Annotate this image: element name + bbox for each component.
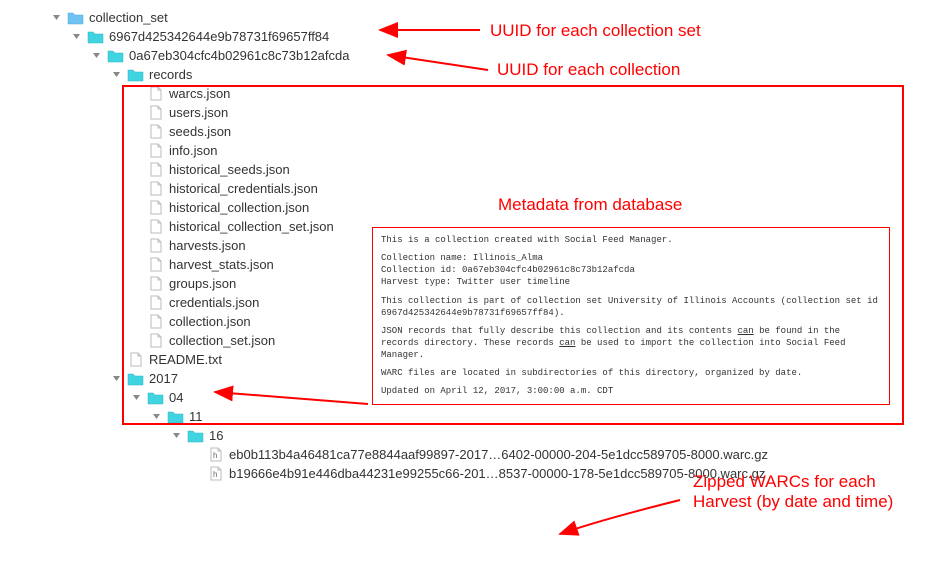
file-label: historical_collection.json	[169, 200, 309, 215]
tree-row-file[interactable]: users.json	[50, 103, 947, 122]
file-icon	[146, 276, 164, 292]
folder-icon	[146, 390, 164, 406]
folder-icon	[126, 371, 144, 387]
file-icon	[146, 219, 164, 235]
file-label: historical_collection_set.json	[169, 219, 334, 234]
folder-label: 16	[209, 428, 223, 443]
readme-line: JSON records that fully describe this co…	[381, 325, 881, 361]
tree-row-file[interactable]: info.json	[50, 141, 947, 160]
folder-label: collection_set	[89, 10, 168, 25]
file-label: collection.json	[169, 314, 251, 329]
file-h-icon	[206, 466, 224, 482]
chevron-down-icon[interactable]	[70, 31, 82, 43]
readme-line: Collection id: 0a67eb304cfc4b02961c8c73b…	[381, 264, 881, 276]
file-icon	[146, 86, 164, 102]
readme-line: WARC files are located in subdirectories…	[381, 367, 881, 379]
chevron-down-icon[interactable]	[130, 392, 142, 404]
file-label: seeds.json	[169, 124, 231, 139]
file-label: historical_credentials.json	[169, 181, 318, 196]
tree-row-day[interactable]: 11	[50, 407, 947, 426]
file-icon	[146, 238, 164, 254]
tree-row-file[interactable]: seeds.json	[50, 122, 947, 141]
readme-line: Harvest type: Twitter user timeline	[381, 276, 881, 288]
tree-row-warc[interactable]: eb0b113b4a46481ca77e8844aaf99897-2017…64…	[50, 445, 947, 464]
file-label: README.txt	[149, 352, 222, 367]
folder-icon	[186, 428, 204, 444]
file-label: eb0b113b4a46481ca77e8844aaf99897-2017…64…	[229, 447, 768, 462]
file-icon	[146, 124, 164, 140]
file-icon	[146, 162, 164, 178]
readme-line: This is a collection created with Social…	[381, 234, 881, 246]
folder-label: 04	[169, 390, 183, 405]
file-label: credentials.json	[169, 295, 259, 310]
file-label: users.json	[169, 105, 228, 120]
tree-row-file[interactable]: historical_seeds.json	[50, 160, 947, 179]
file-label: harvests.json	[169, 238, 246, 253]
folder-label: 6967d425342644e9b78731f69657ff84	[109, 29, 329, 44]
chevron-down-icon[interactable]	[90, 50, 102, 62]
folder-label: 0a67eb304cfc4b02961c8c73b12afcda	[129, 48, 349, 63]
file-label: historical_seeds.json	[169, 162, 290, 177]
readme-line: This collection is part of collection se…	[381, 295, 881, 319]
annotation-metadata: Metadata from database	[498, 195, 682, 215]
tree-row-file[interactable]: warcs.json	[50, 84, 947, 103]
folder-label: 11	[189, 409, 203, 424]
annotation-uuid-set: UUID for each collection set	[490, 21, 701, 41]
annotation-warcs-2: Harvest (by date and time)	[693, 492, 893, 512]
file-label: b19666e4b91e446dba44231e99255c66-201…853…	[229, 466, 765, 481]
file-icon	[146, 181, 164, 197]
chevron-down-icon[interactable]	[150, 411, 162, 423]
chevron-down-icon[interactable]	[50, 12, 62, 24]
chevron-down-icon[interactable]	[170, 430, 182, 442]
file-icon	[146, 295, 164, 311]
folder-icon	[106, 48, 124, 64]
file-icon	[146, 143, 164, 159]
readme-line: Updated on April 12, 2017, 3:00:00 a.m. …	[381, 385, 881, 397]
file-icon	[126, 352, 144, 368]
folder-icon	[66, 10, 84, 26]
folder-icon	[86, 29, 104, 45]
file-label: warcs.json	[169, 86, 230, 101]
file-icon	[146, 105, 164, 121]
annotation-warcs-1: Zipped WARCs for each	[693, 472, 876, 492]
folder-icon	[126, 67, 144, 83]
file-icon	[146, 200, 164, 216]
annotation-uuid-coll: UUID for each collection	[497, 60, 680, 80]
file-label: harvest_stats.json	[169, 257, 274, 272]
file-label: collection_set.json	[169, 333, 275, 348]
folder-label: 2017	[149, 371, 178, 386]
file-icon	[146, 257, 164, 273]
file-h-icon	[206, 447, 224, 463]
file-icon	[146, 314, 164, 330]
folder-icon	[166, 409, 184, 425]
file-icon	[146, 333, 164, 349]
chevron-down-icon[interactable]	[110, 373, 122, 385]
readme-preview: This is a collection created with Social…	[372, 227, 890, 405]
tree-row-hour[interactable]: 16	[50, 426, 947, 445]
readme-line: Collection name: Illinois_Alma	[381, 252, 881, 264]
file-label: info.json	[169, 143, 217, 158]
file-label: groups.json	[169, 276, 236, 291]
folder-label: records	[149, 67, 192, 82]
chevron-down-icon[interactable]	[110, 69, 122, 81]
